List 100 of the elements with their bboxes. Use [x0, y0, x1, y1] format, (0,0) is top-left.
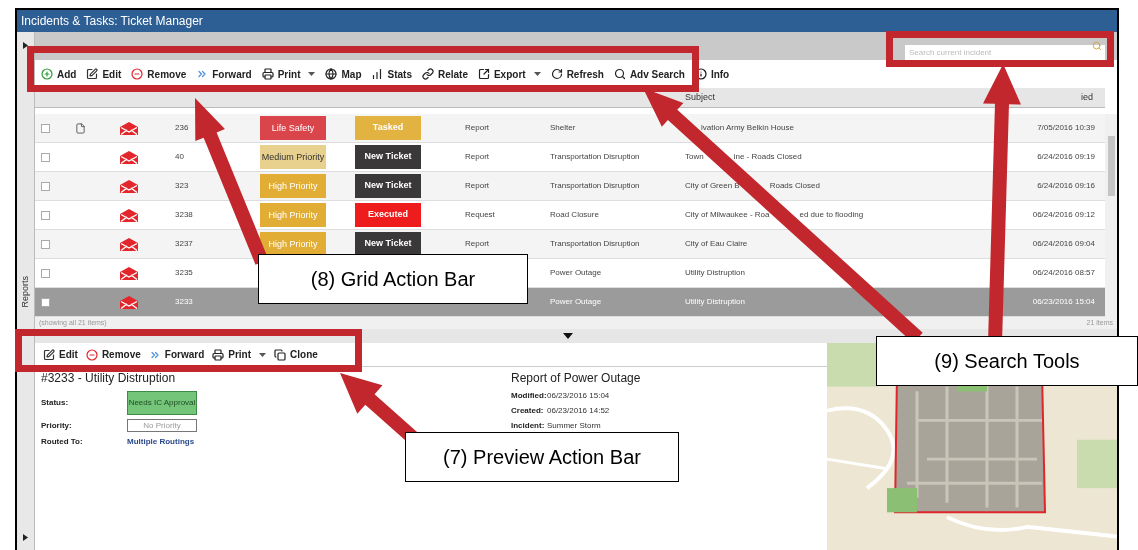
type-cell-text: Report	[465, 151, 490, 163]
report-title: Report of Power Outage	[511, 370, 641, 387]
toolbar-button[interactable]: Adv Search	[613, 66, 685, 82]
printer-icon	[212, 348, 225, 361]
checkbox[interactable]	[41, 123, 50, 133]
subject-cell: City of Green B	[685, 180, 740, 192]
id-cell-text: 3233	[175, 296, 194, 308]
priority-tag: High Priority	[260, 203, 326, 227]
checkbox[interactable]	[41, 297, 50, 307]
printer-icon	[261, 68, 274, 80]
toolbar-button[interactable]: Forward	[148, 347, 205, 362]
pencil-icon	[86, 68, 99, 80]
toolbar-button[interactable]: Clone	[274, 347, 318, 362]
toolbar-button[interactable]: Edit	[43, 347, 78, 362]
envelope-icon	[120, 150, 138, 164]
type-cell-text: Request	[465, 209, 496, 221]
search-icon	[613, 68, 626, 80]
toolbar-button[interactable]: Info	[694, 66, 730, 82]
collapse-icon[interactable]	[563, 333, 573, 339]
checkbox[interactable]	[41, 239, 50, 249]
toolbar-button[interactable]: Map	[325, 66, 362, 82]
status-tag: New Ticket	[355, 145, 421, 169]
toolbar-button[interactable]: Edit	[86, 66, 122, 82]
globe-icon	[325, 68, 338, 80]
toolbar-button[interactable]: Refresh	[550, 66, 604, 82]
table-row[interactable]: 3237 High Priority New Ticket Report Transportation Disruption City of Eau Claire 06/24/2016 09:04	[35, 230, 1105, 259]
id-cell-text: 3237	[175, 238, 194, 250]
side-tab[interactable]: Reports	[18, 275, 33, 308]
status-tag: New Ticket	[355, 174, 421, 198]
toolbar-button[interactable]: Remove	[85, 347, 141, 362]
expand-icon[interactable]	[23, 534, 28, 541]
subject-cell: Roads Closed	[769, 180, 820, 192]
callout-text: (7) Preview Action Bar	[443, 445, 641, 470]
subject-cell: ine - Roads Closed	[733, 151, 802, 163]
callout-text: (9) Search Tools	[934, 349, 1080, 374]
subject-cell: Utility Distruption	[685, 267, 745, 279]
subject-cell: Town	[685, 151, 704, 163]
link-icon	[421, 68, 434, 80]
search-icon[interactable]	[1092, 41, 1102, 51]
subject-cell: ed due to flooding	[799, 209, 864, 221]
subject-cell: City of Milwaukee - Roa	[685, 209, 770, 221]
toolbar-button[interactable]: Print	[212, 347, 267, 362]
table-row[interactable]: 323 High Priority New Ticket Report Transportation Disruption City of Green B Roads Closed 6/24/2016 09:16	[35, 172, 1105, 201]
category-cell-text: Shelter	[550, 122, 577, 134]
export-icon	[477, 68, 490, 80]
status-tag: Needs IC Approval	[127, 391, 197, 415]
envelope-icon	[120, 295, 138, 309]
envelope-icon	[120, 266, 138, 280]
priority-tag: No Priority	[127, 419, 197, 432]
category-cell-text: Road Closure	[550, 209, 600, 221]
table-row[interactable]: 3238 High Priority Executed Request Road Closure City of Milwaukee - Roa ed due to flooding 06/24/2016 09:12	[35, 201, 1105, 230]
status-tag: New Ticket	[355, 232, 421, 256]
status-tag: Executed	[355, 203, 421, 227]
table-row[interactable]: 40 Medium Priority New Ticket Report Transportation Disruption Town ine - Roads Closed 6/24/2016 09:19	[35, 143, 1105, 172]
scrollbar[interactable]	[1105, 114, 1117, 317]
toolbar-button[interactable]: Stats	[371, 66, 412, 82]
copy-icon	[274, 348, 287, 361]
date-cell-text: 7/05/2016 10:39	[1036, 122, 1096, 134]
category-cell-text: Transportation Disruption	[550, 151, 641, 163]
checkbox[interactable]	[41, 268, 50, 278]
expand-icon[interactable]	[23, 42, 28, 49]
date-cell-text: 06/24/2016 08:57	[1031, 267, 1096, 279]
checkbox[interactable]	[41, 210, 50, 220]
category-cell-text: Power Outage	[550, 296, 603, 308]
priority-tag: Life Safety	[260, 116, 326, 140]
field-label: Created:	[511, 405, 545, 417]
column-header[interactable]: ied	[1081, 90, 1093, 105]
status-tag: Tasked	[355, 116, 421, 140]
subject-cell: lvation Army Belkin House	[701, 122, 794, 134]
toolbar-button[interactable]: Relate	[421, 66, 468, 82]
toolbar-button[interactable]: Forward	[196, 66, 252, 82]
field-label: Status:	[41, 397, 70, 409]
envelope-icon	[120, 121, 138, 135]
column-header[interactable]: Subject	[685, 91, 716, 102]
field-value: 06/23/2016 15:04	[547, 390, 610, 402]
minus-icon	[85, 348, 98, 361]
preview-title: #3233 - Utility Distruption	[41, 370, 177, 387]
id-cell-text: 323	[175, 180, 190, 192]
date-cell-text: 6/24/2016 09:16	[1036, 180, 1096, 192]
checkbox[interactable]	[41, 152, 50, 162]
routing-link[interactable]: Multiple Routings	[127, 436, 195, 448]
toolbar-button[interactable]: Print	[261, 66, 316, 82]
priority-tag: Medium Priority	[260, 145, 326, 169]
date-cell-text: 6/24/2016 09:19	[1036, 151, 1096, 163]
field-label: Routed To:	[41, 436, 84, 448]
toolbar-button[interactable]: Add	[41, 66, 77, 82]
type-cell-text: Report	[465, 122, 490, 134]
bar-chart-icon	[371, 68, 384, 80]
checkbox[interactable]	[41, 181, 50, 191]
field-label: Priority:	[41, 419, 73, 432]
id-cell-text: 3238	[175, 209, 194, 221]
toolbar-button[interactable]: Remove	[131, 66, 187, 82]
minus-icon	[131, 68, 144, 80]
id-cell-text: 3235	[175, 267, 194, 279]
plus-icon	[41, 68, 53, 80]
pencil-icon	[43, 348, 55, 361]
toolbar-button[interactable]: Export	[477, 66, 541, 82]
table-row[interactable]: 236 Life Safety Tasked Report Shelter lvation Army Belkin House 7/05/2016 10:39	[35, 114, 1105, 143]
id-cell-text: 40	[175, 151, 185, 163]
category-cell-text: Transportation Disruption	[550, 238, 641, 250]
